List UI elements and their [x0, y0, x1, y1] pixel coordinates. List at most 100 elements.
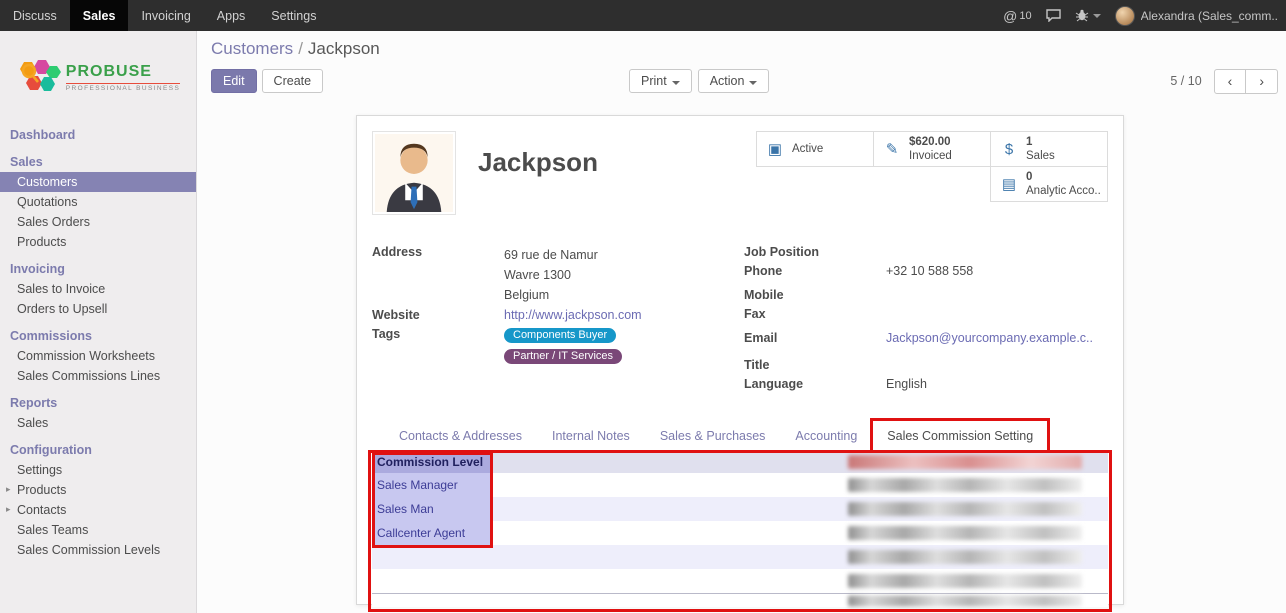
language-label: Language [744, 377, 886, 393]
breadcrumb-current: Jackpson [308, 39, 380, 58]
form-sheet: Jackpson ▣ Active ✎ $620.00 Invoiced [356, 115, 1124, 605]
language-value: English [886, 377, 927, 393]
stat-value: 1 [1026, 135, 1055, 149]
sidebar-heading-reports[interactable]: Reports [0, 393, 196, 413]
sidebar-item-label: Contacts [17, 503, 66, 517]
redacted-value [848, 574, 1082, 588]
sidebar-item-commission-worksheets[interactable]: Commission Worksheets [0, 346, 196, 366]
pager-counter: 5 / 10 [1170, 74, 1201, 88]
menu-discuss[interactable]: Discuss [0, 0, 70, 31]
user-avatar [1115, 6, 1135, 26]
tab-internal-notes[interactable]: Internal Notes [537, 420, 645, 451]
pager-next-button[interactable]: › [1245, 69, 1278, 94]
menu-sales[interactable]: Sales [70, 0, 129, 31]
book-icon: ▤ [998, 175, 1020, 193]
sidebar-heading-invoicing[interactable]: Invoicing [0, 259, 196, 279]
table-row[interactable]: Callcenter Agent [372, 521, 1108, 545]
stat-button-invoiced[interactable]: ✎ $620.00 Invoiced [873, 131, 991, 167]
sidebar-item-orders-to-upsell[interactable]: Orders to Upsell [0, 299, 196, 319]
redacted-value [848, 455, 1082, 469]
print-dropdown-button[interactable]: Print [629, 69, 692, 93]
sidebar-heading-commissions[interactable]: Commissions [0, 326, 196, 346]
stat-button-analytic-accounts[interactable]: ▤ 0 Analytic Acco... [990, 166, 1108, 202]
main-content: Customers/Jackpson Edit Create Print Act… [197, 31, 1286, 613]
sidebar-item-products[interactable]: Products [0, 232, 196, 252]
stat-value: 0 [1026, 170, 1100, 184]
action-label: Action [710, 74, 745, 88]
sidebar-item-sales-commission-levels[interactable]: Sales Commission Levels [0, 540, 196, 560]
record-buttons: Edit Create [211, 69, 323, 93]
stat-label: Analytic Acco... [1026, 184, 1100, 198]
partner-name: Jackpson [478, 147, 598, 217]
sidebar-item-sales-commissions-lines[interactable]: Sales Commissions Lines [0, 366, 196, 386]
redacted-value [848, 526, 1082, 540]
tags-label: Tags [372, 327, 504, 369]
edit-button[interactable]: Edit [211, 69, 257, 93]
breadcrumb-customers-link[interactable]: Customers [211, 39, 293, 58]
menu-settings[interactable]: Settings [258, 0, 329, 31]
table-row[interactable]: Sales Manager [372, 473, 1108, 497]
app-logo[interactable]: PROBUSE PROFESSIONAL BUSINESS [0, 31, 196, 123]
menu-invoicing[interactable]: Invoicing [128, 0, 203, 31]
pager-previous-button[interactable]: ‹ [1214, 69, 1247, 94]
commission-level-table: Commission Level Sales Manager Sales Man… [372, 451, 1108, 607]
pencil-icon: ✎ [881, 140, 903, 158]
sidebar-item-sales-teams[interactable]: Sales Teams [0, 520, 196, 540]
sidebar-item-quotations[interactable]: Quotations [0, 192, 196, 212]
table-row[interactable]: Sales Man [372, 497, 1108, 521]
address-city: Wavre 1300 [504, 265, 598, 285]
stat-label: Invoiced [909, 149, 952, 163]
sidebar-item-reports-sales[interactable]: Sales [0, 413, 196, 433]
website-label: Website [372, 308, 504, 324]
mentions-counter[interactable]: @ 10 [1003, 8, 1031, 24]
tab-sales-purchases[interactable]: Sales & Purchases [645, 420, 781, 451]
person-avatar-image [375, 134, 453, 212]
sidebar-heading-dashboard[interactable]: Dashboard [0, 125, 196, 145]
debug-icon[interactable] [1075, 9, 1101, 22]
sidebar-item-customers[interactable]: Customers [0, 172, 196, 192]
logo-hexagons-icon [16, 60, 62, 94]
pager: 5 / 10 ‹ › [1170, 69, 1278, 94]
stat-button-box: ▣ Active ✎ $620.00 Invoiced [752, 131, 1108, 201]
tab-accounting[interactable]: Accounting [780, 420, 872, 451]
chevron-right-icon: ▸ [6, 484, 11, 495]
redacted-value [848, 478, 1082, 492]
redacted-value [848, 502, 1082, 516]
commission-level-column-header[interactable]: Commission Level [372, 451, 490, 473]
sidebar-item-sales-orders[interactable]: Sales Orders [0, 212, 196, 232]
stat-button-active[interactable]: ▣ Active [756, 131, 874, 167]
table-row-empty [372, 569, 1108, 593]
commission-level-cell: Callcenter Agent [372, 521, 490, 545]
commission-level-cell: Sales Man [372, 497, 490, 521]
print-label: Print [641, 74, 667, 88]
phone-label: Phone [744, 264, 886, 280]
stat-value: $620.00 [909, 135, 952, 149]
sidebar-item-config-products[interactable]: ▸ Products [0, 480, 196, 500]
user-menu[interactable]: Alexandra (Sales_comm.. [1115, 6, 1278, 26]
stat-button-sales[interactable]: $ 1 Sales [990, 131, 1108, 167]
sidebar-item-sales-to-invoice[interactable]: Sales to Invoice [0, 279, 196, 299]
email-label: Email [744, 331, 886, 347]
tag-partner-it-services: Partner / IT Services [504, 349, 622, 364]
at-icon: @ [1003, 8, 1017, 24]
menu-apps[interactable]: Apps [204, 0, 259, 31]
active-toggle-icon: ▣ [764, 140, 786, 158]
sidebar-item-config-contacts[interactable]: ▸ Contacts [0, 500, 196, 520]
website-link[interactable]: http://www.jackpson.com [504, 308, 642, 324]
partner-header: Jackpson ▣ Active ✎ $620.00 Invoiced [372, 131, 1108, 217]
tab-contacts-addresses[interactable]: Contacts & Addresses [384, 420, 537, 451]
dollar-icon: $ [998, 141, 1020, 158]
action-dropdown-button[interactable]: Action [698, 69, 770, 93]
sidebar-heading-configuration[interactable]: Configuration [0, 440, 196, 460]
stat-label: Sales [1026, 149, 1055, 163]
create-button[interactable]: Create [262, 69, 324, 93]
chevron-right-icon: ▸ [6, 504, 11, 515]
job-position-label: Job Position [744, 245, 886, 261]
email-link[interactable]: Jackpson@yourcompany.example.c.. [886, 331, 1093, 347]
sidebar-item-config-settings[interactable]: Settings [0, 460, 196, 480]
mention-count: 10 [1019, 10, 1031, 22]
messages-icon[interactable] [1046, 9, 1061, 22]
sidebar-heading-sales[interactable]: Sales [0, 152, 196, 172]
sidebar-item-label: Products [17, 483, 66, 497]
tab-sales-commission-setting[interactable]: Sales Commission Setting [872, 420, 1048, 451]
